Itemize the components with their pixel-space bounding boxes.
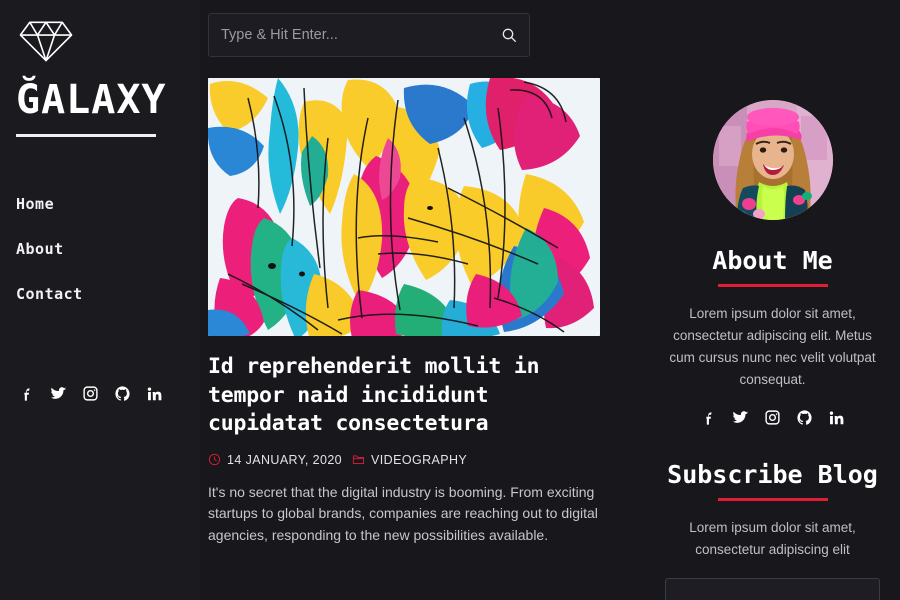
- brand-block[interactable]: ĞALAXY: [16, 18, 200, 137]
- post-excerpt: It's no secret that the digital industry…: [208, 483, 598, 544]
- about-me-text: Lorem ipsum dolor sit amet, consectetur …: [669, 306, 876, 387]
- post-category-label: VIDEOGRAPHY: [371, 452, 468, 467]
- left-sidebar: ĞALAXY Home About Contact: [0, 0, 200, 600]
- nav-item-about[interactable]: About: [16, 240, 200, 258]
- post-category[interactable]: VIDEOGRAPHY: [352, 453, 467, 467]
- post-meta: 14 JANUARY, 2020 VIDEOGRAPHY: [208, 453, 645, 467]
- github-icon[interactable]: [114, 385, 131, 402]
- nav-item-home[interactable]: Home: [16, 195, 200, 213]
- twitter-icon[interactable]: [50, 385, 67, 402]
- search-input[interactable]: [221, 27, 501, 43]
- page-root: ĞALAXY Home About Contact Type & Hit Ent…: [0, 0, 900, 600]
- clock-icon: [208, 454, 221, 466]
- twitter-icon[interactable]: [732, 409, 749, 426]
- main-content: Id reprehenderit mollit in tempor naid i…: [200, 0, 645, 600]
- about-me-underline: [717, 284, 828, 287]
- github-icon[interactable]: [796, 409, 813, 426]
- subscribe-blog-widget: Subscribe Blog Lorem ipsum dolor sit ame…: [663, 462, 882, 600]
- subscribe-underline: [717, 498, 828, 502]
- avatar: [712, 100, 833, 220]
- subscribe-email-input[interactable]: [665, 578, 880, 600]
- right-sidebar: About Me Lorem ipsum dolor sit amet, con…: [645, 0, 900, 600]
- brand-underline: [16, 134, 156, 137]
- linkedin-icon[interactable]: [828, 409, 845, 426]
- post-thumbnail[interactable]: [208, 78, 600, 336]
- about-me-title: About Me: [712, 246, 833, 275]
- facebook-icon[interactable]: [700, 409, 717, 426]
- about-me-widget: About Me Lorem ipsum dolor sit amet, con…: [663, 248, 882, 426]
- instagram-icon[interactable]: [82, 385, 99, 402]
- instagram-icon[interactable]: [764, 409, 781, 426]
- diamond-icon: [19, 21, 73, 62]
- search-bar[interactable]: [208, 13, 530, 57]
- subscribe-title: Subscribe Blog: [667, 460, 878, 490]
- abstract-painting-image: [208, 78, 600, 336]
- subscribe-text: Lorem ipsum dolor sit amet, consectetur …: [689, 520, 856, 558]
- nav-item-contact[interactable]: Contact: [16, 285, 200, 303]
- sidebar-social-links: [18, 385, 163, 402]
- about-social-links: [663, 409, 882, 426]
- post-title[interactable]: Id reprehenderit mollit in tempor naid i…: [208, 353, 608, 439]
- search-icon[interactable]: [501, 27, 517, 43]
- brand-name: ĞALAXY: [16, 77, 167, 123]
- facebook-icon[interactable]: [18, 385, 35, 402]
- post-date-label: 14 JANUARY, 2020: [227, 452, 343, 467]
- post-card: Id reprehenderit mollit in tempor naid i…: [208, 78, 645, 547]
- linkedin-icon[interactable]: [146, 385, 163, 402]
- main-navigation: Home About Contact: [16, 195, 200, 303]
- folder-icon: [352, 455, 365, 465]
- avatar-image: [712, 100, 833, 220]
- post-date[interactable]: 14 JANUARY, 2020: [208, 453, 342, 467]
